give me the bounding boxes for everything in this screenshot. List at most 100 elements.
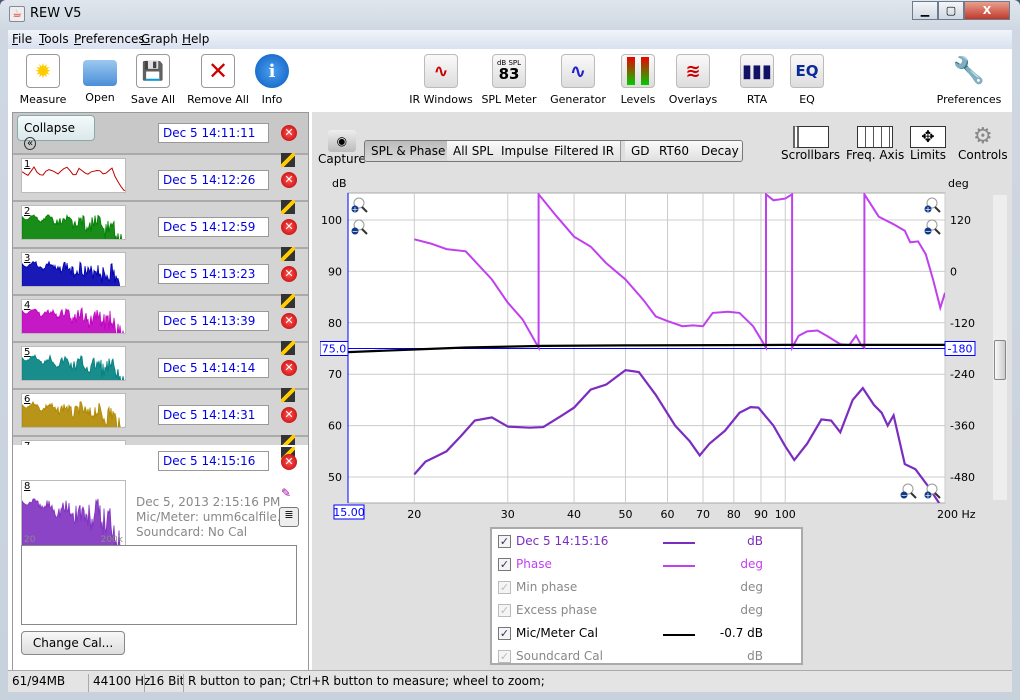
edit-pencil-icon[interactable] bbox=[281, 200, 295, 214]
measurement-number: 3 bbox=[24, 253, 31, 264]
y-tick-label: 70 bbox=[328, 368, 342, 381]
legend-checkbox[interactable]: ✓ bbox=[498, 650, 511, 663]
phase-level-box[interactable]: -180 bbox=[944, 341, 976, 356]
scrollbars-button[interactable]: Scrollbars bbox=[781, 126, 840, 162]
menu-help[interactable]: Help bbox=[182, 32, 209, 46]
spl-meter-button[interactable]: dB SPL 83 SPL Meter bbox=[474, 54, 544, 106]
save-all-icon: 💾 bbox=[136, 54, 170, 88]
capture-button[interactable]: ◉ Capture bbox=[318, 130, 366, 166]
change-cal-button[interactable]: Change Cal... bbox=[21, 631, 125, 655]
ir-windows-button[interactable]: ∿ IR Windows bbox=[406, 54, 476, 106]
thumbnail-trace bbox=[22, 307, 124, 333]
measurement-thumbnail-4[interactable]: 4 bbox=[21, 299, 126, 334]
delete-measurement-icon[interactable]: ✕ bbox=[281, 172, 297, 188]
legend-unit: dB bbox=[747, 649, 763, 663]
delete-measurement-icon[interactable]: ✕ bbox=[281, 266, 297, 282]
freq-axis-button[interactable]: Freq. Axis bbox=[846, 126, 904, 162]
legend-checkbox[interactable]: ✓ bbox=[498, 558, 511, 571]
maximize-button[interactable]: ▢ bbox=[938, 1, 964, 20]
delete-measurement-icon[interactable]: ✕ bbox=[281, 407, 297, 423]
measurement-name-field[interactable]: Dec 5 14:11:11 bbox=[158, 123, 269, 143]
scrollbar-thumb[interactable] bbox=[994, 340, 1006, 380]
menu-graph[interactable]: Graph bbox=[141, 32, 178, 46]
measurement-thumbnail-5[interactable]: 5 bbox=[21, 346, 126, 381]
x-tick-label: 60 bbox=[661, 508, 675, 521]
close-button[interactable]: X bbox=[964, 1, 1010, 20]
thumbnail-max-freq: 200k bbox=[100, 535, 123, 545]
measurement-name-field[interactable]: Dec 5 14:15:16 bbox=[158, 451, 269, 471]
edit-pencil-icon[interactable] bbox=[281, 341, 295, 355]
delete-measurement-icon[interactable]: ✕ bbox=[281, 360, 297, 376]
measurement-name-field[interactable]: Dec 5 14:13:39 bbox=[158, 311, 269, 331]
menu-preferences[interactable]: Preferences bbox=[74, 32, 145, 46]
gear-icon: ⚙ bbox=[972, 124, 993, 149]
menu-tools[interactable]: Tools bbox=[39, 32, 69, 46]
eq-button[interactable]: EQ EQ bbox=[772, 54, 842, 106]
legend-line-swatch bbox=[663, 565, 695, 567]
measurement-number: 5 bbox=[24, 347, 31, 358]
menu-file[interactable]: File bbox=[12, 32, 32, 46]
legend-checkbox[interactable]: ✓ bbox=[498, 604, 511, 617]
legend-checkbox[interactable]: ✓ bbox=[498, 581, 511, 594]
edit-pencil-icon[interactable] bbox=[281, 294, 295, 308]
measurement-name-field[interactable]: Dec 5 14:14:14 bbox=[158, 358, 269, 378]
y2-tick-label: -360 bbox=[950, 420, 975, 433]
info-button[interactable]: i Info bbox=[237, 54, 307, 106]
tab-gd[interactable]: GD bbox=[625, 141, 657, 161]
tab-impulse[interactable]: Impulse bbox=[495, 141, 556, 161]
measurement-thumbnail-8[interactable]: 8 20 200k bbox=[21, 480, 126, 546]
edit-pencil-icon[interactable] bbox=[281, 388, 295, 402]
thumbnail-min-freq: 20 bbox=[24, 535, 36, 545]
save-all-button[interactable]: 💾 Save All bbox=[118, 54, 188, 106]
measurement-thumbnail-6[interactable]: 6 bbox=[21, 393, 126, 428]
memory-usage: 61/94MB bbox=[12, 674, 66, 688]
delete-measurement-icon[interactable]: ✕ bbox=[281, 313, 297, 329]
collapse-label: Collapse bbox=[24, 121, 75, 135]
spl-phase-graph[interactable]: dB deg 20 30 40 50 60 70 80 90 100 200 Hz 100 90 80 70 6… bbox=[320, 175, 990, 525]
freq-axis-icon bbox=[857, 126, 894, 148]
overlays-button[interactable]: ≋ Overlays bbox=[658, 54, 728, 106]
left-freq-box[interactable]: 15.00 bbox=[333, 504, 365, 520]
tab-rt60[interactable]: RT60 bbox=[653, 141, 697, 161]
controls-button[interactable]: ⚙ Controls bbox=[958, 124, 1008, 163]
edit-pencil-icon[interactable] bbox=[281, 153, 295, 167]
scrollbars-icon bbox=[792, 126, 829, 148]
measurement-name-field[interactable]: Dec 5 14:12:59 bbox=[158, 217, 269, 237]
measurement-thumbnail-2[interactable]: 2 bbox=[21, 205, 126, 240]
measurement-name-field[interactable]: Dec 5 14:13:23 bbox=[158, 264, 269, 284]
measurement-name-field[interactable]: Dec 5 14:14:31 bbox=[158, 405, 269, 425]
cal-wand-icon[interactable]: ✎ bbox=[281, 486, 297, 500]
phase-level-box-text: -180 bbox=[948, 343, 973, 356]
measurement-date: Dec 5, 2013 2:15:16 PM bbox=[136, 495, 281, 509]
thumbnail-graph bbox=[22, 307, 124, 333]
thumbnail-graph bbox=[22, 166, 125, 191]
legend-row: ✓ Excess phase deg bbox=[498, 602, 798, 622]
edit-pencil-icon[interactable] bbox=[281, 247, 295, 261]
bit-depth: 16 Bit bbox=[144, 674, 184, 692]
tab-decay[interactable]: Decay bbox=[695, 141, 742, 161]
legend-line-swatch bbox=[663, 542, 695, 544]
tab-spl-phase[interactable]: SPL & Phase bbox=[365, 141, 453, 161]
delete-measurement-icon[interactable]: ✕ bbox=[281, 125, 297, 141]
legend-checkbox[interactable]: ✓ bbox=[498, 535, 511, 548]
preferences-button[interactable]: 🔧 Preferences bbox=[934, 54, 1004, 106]
level-value-box[interactable]: 75.0 bbox=[320, 341, 349, 356]
measurement-thumbnail-3[interactable]: 3 bbox=[21, 252, 126, 287]
window-title: REW V5 bbox=[30, 6, 82, 21]
measurement-thumbnail-1[interactable]: 1 bbox=[21, 158, 126, 193]
notes-textarea[interactable] bbox=[21, 545, 297, 625]
tab-all-spl[interactable]: All SPL bbox=[447, 141, 501, 161]
measurement-name-field[interactable]: Dec 5 14:12:26 bbox=[158, 170, 269, 190]
java-app-icon: ☕ bbox=[9, 6, 25, 22]
limits-button[interactable]: ✥ Limits bbox=[910, 126, 946, 162]
measurement-number: 6 bbox=[24, 394, 31, 405]
tab-filtered-ir[interactable]: Filtered IR bbox=[548, 141, 622, 161]
collapse-button[interactable]: Collapse « bbox=[17, 115, 95, 150]
notes-icon[interactable]: ≣ bbox=[279, 507, 299, 527]
legend-checkbox[interactable]: ✓ bbox=[498, 627, 511, 640]
delete-measurement-icon[interactable]: ✕ bbox=[281, 454, 297, 470]
vertical-scrollbar[interactable] bbox=[993, 195, 1007, 500]
minimize-button[interactable]: ▁ bbox=[912, 1, 938, 20]
menu-bar: File Tools Preferences Graph Help bbox=[8, 30, 1012, 49]
delete-measurement-icon[interactable]: ✕ bbox=[281, 219, 297, 235]
